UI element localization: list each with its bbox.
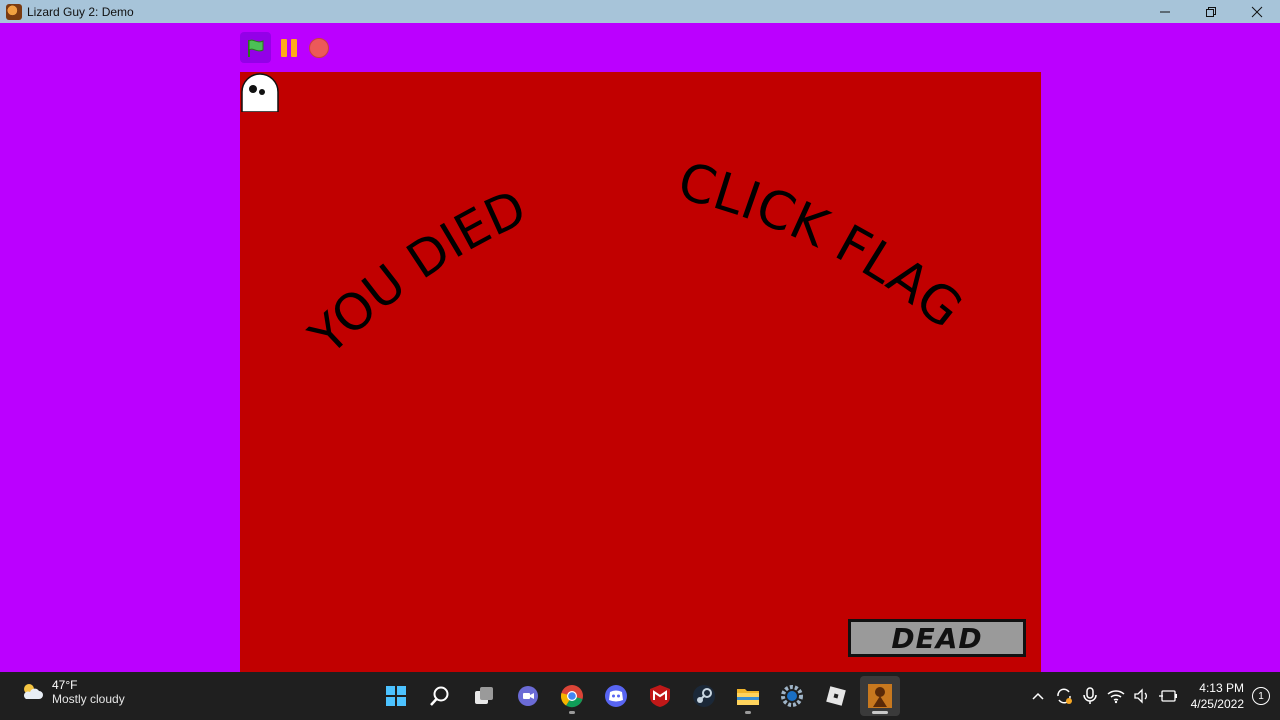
- mcafee-icon: [650, 685, 670, 707]
- chrome-icon: [560, 685, 583, 708]
- close-icon: [1251, 6, 1263, 17]
- task-view-button[interactable]: [464, 676, 504, 716]
- system-tray: 4:13 PM 4/25/2022 1: [1025, 672, 1280, 720]
- you-died-text: YOU DIED: [298, 179, 535, 367]
- dead-status-box: DEAD: [848, 619, 1026, 657]
- clock-time: 4:13 PM: [1199, 681, 1244, 695]
- sync-button[interactable]: [1051, 672, 1077, 720]
- green-flag-button[interactable]: [240, 32, 271, 63]
- clock-date: 4/25/2022: [1190, 697, 1244, 711]
- search-icon: [430, 686, 449, 706]
- weather-widget[interactable]: 47°F Mostly cloudy: [20, 678, 125, 706]
- pause-button[interactable]: [277, 32, 301, 63]
- notification-badge[interactable]: 1: [1252, 687, 1270, 705]
- start-button[interactable]: [376, 676, 416, 716]
- chat-button[interactable]: [508, 676, 548, 716]
- discord-button[interactable]: [596, 676, 636, 716]
- steam-button[interactable]: [684, 676, 724, 716]
- battery-icon: [1158, 690, 1177, 702]
- file-explorer-icon: [737, 689, 759, 705]
- clock[interactable]: 4:13 PM 4/25/2022: [1191, 680, 1244, 712]
- minimize-icon: [1160, 11, 1170, 12]
- lizard-app-icon: [6, 3, 22, 20]
- chrome-button[interactable]: [552, 676, 592, 716]
- ghost-sprite: [241, 73, 279, 112]
- roblox-icon: [826, 686, 846, 706]
- weather-temp: 47°F: [52, 678, 78, 692]
- window-title: Lizard Guy 2: Demo: [27, 4, 134, 19]
- battery-button[interactable]: [1155, 672, 1181, 720]
- weather-desc: Mostly cloudy: [52, 692, 125, 706]
- volume-button[interactable]: [1129, 672, 1155, 720]
- green-flag-icon: [247, 39, 263, 57]
- lizard-guy-app-icon: [868, 684, 892, 708]
- player-controls: [240, 32, 331, 63]
- windows-start-icon: [386, 686, 406, 706]
- microphone-button[interactable]: [1077, 672, 1103, 720]
- taskbar-apps: [376, 676, 900, 716]
- task-view-icon: [475, 687, 493, 704]
- close-button[interactable]: [1234, 0, 1280, 23]
- roblox-button[interactable]: [816, 676, 856, 716]
- lizard-guy-taskbar-button[interactable]: [860, 676, 900, 716]
- settings-button[interactable]: [772, 676, 812, 716]
- microphone-icon: [1082, 687, 1097, 704]
- settings-icon: [781, 685, 803, 707]
- window-controls: [1142, 0, 1280, 23]
- restore-button[interactable]: [1188, 0, 1234, 23]
- stop-button[interactable]: [307, 32, 331, 63]
- title-bar: Lizard Guy 2: Demo: [0, 0, 1280, 23]
- minimize-button[interactable]: [1142, 0, 1188, 23]
- chevron-up-icon: [1032, 692, 1044, 700]
- steam-icon: [693, 685, 715, 707]
- search-button[interactable]: [420, 676, 460, 716]
- sync-icon: [1056, 688, 1072, 704]
- stop-icon: [309, 37, 329, 58]
- wifi-button[interactable]: [1103, 672, 1129, 720]
- pause-icon: [281, 38, 287, 57]
- mcafee-button[interactable]: [640, 676, 680, 716]
- taskbar: 47°F Mostly cloudy 4:13 PM 4/25/2022 1: [0, 672, 1280, 720]
- show-hidden-icons-button[interactable]: [1025, 672, 1051, 720]
- click-flag-text: CLICK FLAG: [672, 151, 973, 340]
- chat-icon: [518, 686, 538, 706]
- stage-text-layer: YOU DIED CLICK FLAG: [298, 151, 973, 367]
- wifi-icon: [1107, 690, 1125, 704]
- discord-icon: [605, 685, 627, 707]
- restore-icon: [1206, 6, 1216, 17]
- game-stage[interactable]: YOU DIED CLICK FLAG DEAD: [240, 72, 1041, 672]
- cloud-sun-icon: [23, 684, 43, 699]
- speaker-icon: [1133, 688, 1147, 704]
- file-explorer-button[interactable]: [728, 676, 768, 716]
